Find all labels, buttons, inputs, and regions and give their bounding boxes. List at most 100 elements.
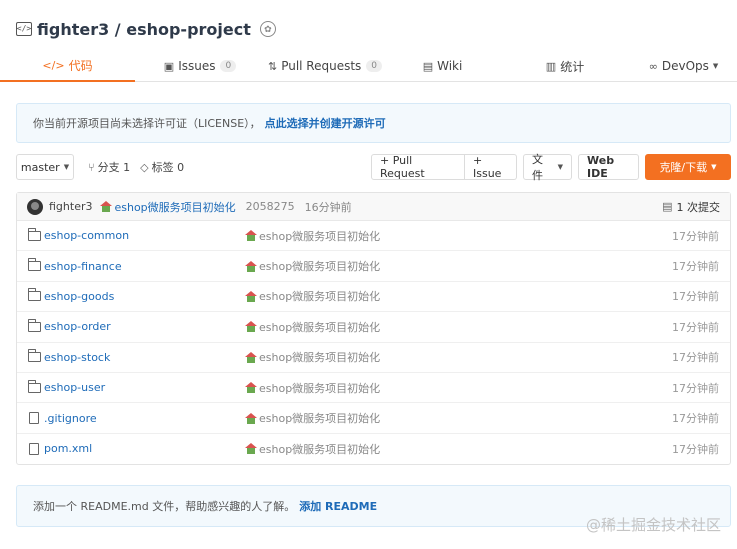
folder-icon: [27, 288, 41, 302]
web-ide-button[interactable]: Web IDE: [578, 154, 639, 180]
code-file-icon: </>: [16, 22, 32, 36]
folder-icon: [27, 318, 41, 332]
file-commit-message-text: eshop微服务项目初始化: [259, 412, 381, 426]
house-emoji-icon: [245, 290, 257, 302]
files-dropdown-button[interactable]: 文件 ▼: [523, 153, 572, 182]
code-icon: </>: [42, 58, 65, 72]
tab-label: 统计: [560, 59, 585, 74]
folder-icon: [27, 379, 41, 393]
chevron-down-icon: ▼: [557, 163, 563, 171]
latest-commit-bar: fighter3 eshop微服务项目初始化 2058275 16分钟前 ▤ 1…: [17, 193, 730, 221]
tag-icon: ◇: [140, 160, 149, 174]
file-commit-message-text: eshop微服务项目初始化: [259, 229, 381, 243]
watermark: @稀土掘金技术社区: [586, 514, 721, 535]
tags-link[interactable]: ◇ 标签 0: [140, 159, 184, 175]
table-row[interactable]: eshop-stock eshop微服务项目初始化 17分钟前: [17, 343, 730, 373]
file-commit-message-text: eshop微服务项目初始化: [259, 320, 381, 334]
file-commit-time: 17分钟前: [672, 442, 719, 456]
commit-message[interactable]: eshop微服务项目初始化: [114, 199, 235, 215]
branches-link[interactable]: ⑂ 分支 1: [88, 159, 130, 175]
readme-notice-text: 添加一个 README.md 文件，帮助感兴趣的人了解。: [33, 500, 296, 513]
file-commit-message-text: eshop微服务项目初始化: [259, 260, 381, 274]
house-emoji-icon: [245, 412, 257, 424]
add-readme-link[interactable]: 添加 README: [299, 498, 377, 514]
tab-label: Pull Requests: [281, 59, 362, 73]
house-emoji-icon: [245, 260, 257, 272]
file-commit-message[interactable]: eshop微服务项目初始化: [245, 319, 380, 335]
file-commit-message[interactable]: eshop微服务项目初始化: [245, 349, 380, 365]
file-name-link[interactable]: .gitignore: [44, 412, 97, 425]
file-name-link[interactable]: eshop-goods: [44, 290, 114, 303]
tab-issues[interactable]: ▣ Issues 0: [135, 50, 265, 82]
file-name-link[interactable]: eshop-stock: [44, 351, 110, 364]
file-commit-message-text: eshop微服务项目初始化: [259, 351, 381, 365]
chevron-down-icon: ▼: [711, 163, 717, 171]
folder-icon: [27, 227, 41, 241]
avatar[interactable]: [27, 198, 43, 215]
table-row[interactable]: eshop-finance eshop微服务项目初始化 17分钟前: [17, 251, 730, 282]
tab-code[interactable]: </> 代码: [0, 50, 135, 82]
table-row[interactable]: eshop-goods eshop微服务项目初始化 17分钟前: [17, 282, 730, 313]
commit-author[interactable]: fighter3: [49, 200, 92, 213]
house-emoji-icon: [100, 201, 113, 212]
tab-pull-requests[interactable]: ⇅ Pull Requests 0: [265, 50, 385, 82]
file-name-link[interactable]: eshop-common: [44, 229, 129, 242]
tab-label: 代码: [68, 58, 93, 73]
watermark-text: @稀土掘金技术社区: [585, 516, 721, 534]
commits-count-link[interactable]: ▤ 1 次提交: [662, 199, 720, 215]
bar-chart-icon: ▥: [545, 59, 557, 73]
file-name-link[interactable]: eshop-finance: [44, 260, 122, 273]
tab-wiki[interactable]: ▤ Wiki: [385, 50, 500, 82]
clone-download-button[interactable]: 克隆/下载 ▼: [645, 154, 731, 180]
issues-count-badge: 0: [220, 60, 237, 72]
license-notice: 你当前开源项目尚未选择许可证（LICENSE）， 点此选择并创建开源许可: [16, 103, 731, 143]
table-row[interactable]: eshop-order eshop微服务项目初始化 17分钟前: [17, 312, 730, 343]
file-commit-message[interactable]: eshop微服务项目初始化: [245, 441, 380, 457]
table-row[interactable]: eshop-user eshop微服务项目初始化 17分钟前: [17, 373, 730, 404]
file-name-link[interactable]: eshop-order: [44, 320, 111, 333]
file-commit-time: 17分钟前: [672, 229, 719, 243]
tags-label: 标签 0: [151, 161, 185, 174]
tab-stats[interactable]: ▥ 统计: [500, 50, 630, 82]
commit-hash[interactable]: 2058275: [246, 200, 295, 213]
file-icon: [29, 442, 39, 455]
create-license-link[interactable]: 点此选择并创建开源许可: [265, 115, 386, 131]
branches-label: 分支 1: [97, 161, 131, 174]
file-commit-message[interactable]: eshop微服务项目初始化: [245, 410, 380, 426]
repo-header: </> fighter3 / eshop-project ✿: [16, 16, 276, 42]
file-icon: [29, 412, 39, 425]
house-emoji-icon: [245, 230, 257, 242]
file-commit-message-text: eshop微服务项目初始化: [259, 442, 381, 456]
house-emoji-icon: [245, 321, 257, 333]
tab-devops[interactable]: ∞ DevOps ▼: [630, 50, 737, 82]
tab-label: Issues: [178, 59, 216, 73]
table-row[interactable]: pom.xml eshop微服务项目初始化 17分钟前: [17, 434, 730, 464]
house-emoji-icon: [245, 382, 257, 394]
house-emoji-icon: [245, 443, 257, 455]
table-row[interactable]: .gitignore eshop微服务项目初始化 17分钟前: [17, 403, 730, 434]
create-group: + Pull Request + Issue: [371, 154, 517, 180]
branch-icon: ⑂: [88, 160, 95, 174]
commits-icon: ▤: [662, 200, 673, 213]
infinity-icon: ∞: [648, 59, 658, 73]
file-name-link[interactable]: eshop-user: [44, 381, 105, 394]
file-commit-message[interactable]: eshop微服务项目初始化: [245, 258, 380, 274]
file-name-link[interactable]: pom.xml: [44, 442, 92, 455]
chevron-down-icon: ▼: [63, 163, 70, 171]
file-commit-message[interactable]: eshop微服务项目初始化: [245, 288, 380, 304]
file-commit-message[interactable]: eshop微服务项目初始化: [245, 228, 380, 244]
repo-title[interactable]: fighter3 / eshop-project: [37, 20, 251, 39]
new-issue-button[interactable]: + Issue: [465, 154, 517, 180]
file-list: fighter3 eshop微服务项目初始化 2058275 16分钟前 ▤ 1…: [16, 192, 731, 465]
award-badge-icon[interactable]: ✿: [259, 21, 276, 37]
files-label: 文件: [532, 153, 543, 182]
file-commit-time: 17分钟前: [672, 290, 719, 304]
issues-icon: ▣: [163, 59, 175, 73]
new-pull-request-button[interactable]: + Pull Request: [371, 154, 465, 180]
repo-toolbar: master ▼ ⑂ 分支 1 ◇ 标签 0 + Pull Request + …: [16, 153, 731, 182]
file-commit-message-text: eshop微服务项目初始化: [259, 290, 381, 304]
tab-label: DevOps: [661, 59, 709, 73]
file-commit-message[interactable]: eshop微服务项目初始化: [245, 380, 380, 396]
table-row[interactable]: eshop-common eshop微服务项目初始化 17分钟前: [17, 221, 730, 252]
branch-select[interactable]: master ▼: [16, 154, 74, 180]
